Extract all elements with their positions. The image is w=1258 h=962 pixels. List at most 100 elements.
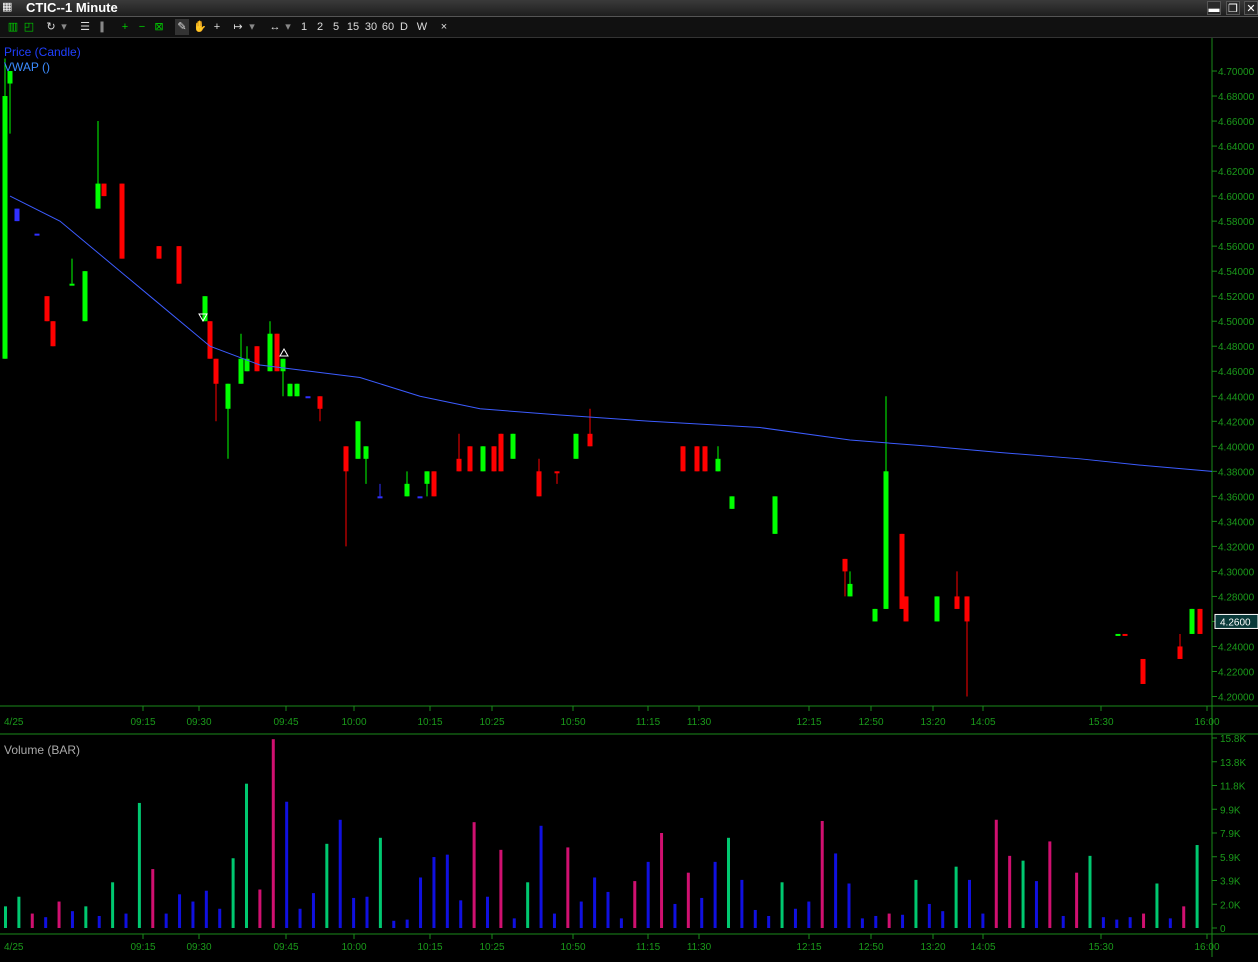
candle-body (44, 296, 50, 322)
zoom-out-icon[interactable]: − (135, 19, 149, 35)
fit-icon[interactable]: ⊠ (152, 19, 166, 35)
volume-bar (512, 918, 516, 928)
volume-bar (646, 861, 650, 928)
time-label: 09:30 (186, 717, 211, 728)
volume-bar (44, 917, 48, 928)
list-icon[interactable]: ☰ (78, 19, 92, 35)
time-label: 10:00 (341, 717, 366, 728)
volume-bar (552, 913, 556, 928)
volume-bar (17, 896, 21, 928)
candle-body (554, 471, 560, 474)
chart-area[interactable]: 4.70000 4.68000 4.66000 4.64000 4.62000 4.600… (0, 38, 1258, 957)
chart-toolbar: ▥ ◰ ↻ ▾ ☰ ∥ + − ⊠ ✎ ✋ + ↦ ▾ ↔ ▾ 1 2 5 15… (0, 17, 1258, 38)
time-label: 09:45 (273, 717, 298, 728)
price-tick-label: 4.62000 (1218, 167, 1255, 178)
volume-bar (941, 911, 945, 928)
candle-body (729, 496, 735, 509)
interval-5-button[interactable]: 5 (330, 19, 342, 35)
volume-tick-label: 15.8K (1220, 734, 1246, 745)
interval-60-button[interactable]: 60 (380, 19, 396, 35)
zoom-in-icon[interactable]: + (118, 19, 132, 35)
volume-bar (914, 879, 918, 928)
pause-icon[interactable]: ∥ (95, 19, 109, 35)
volume-bar (579, 901, 583, 928)
bar-chart-icon[interactable]: ▥ (6, 19, 20, 35)
volume-bar (713, 861, 717, 928)
volume-bar (499, 849, 503, 928)
volume-bar (70, 911, 74, 928)
volume-time-label: 10:00 (341, 942, 366, 953)
draw-pencil-icon[interactable]: ✎ (175, 19, 189, 35)
refresh-icon[interactable]: ↻ (44, 19, 58, 35)
volume-bar (606, 891, 610, 928)
candle-body (573, 433, 579, 459)
candle-body (424, 471, 430, 484)
time-label: 13:20 (920, 717, 945, 728)
candle-body (50, 321, 56, 347)
interval-2-button[interactable]: 2 (314, 19, 326, 35)
candle-body (213, 358, 219, 384)
volume-time-label: 15:30 (1088, 942, 1113, 953)
crosshair-icon[interactable]: + (210, 19, 224, 35)
span-icon[interactable]: ↦ (231, 19, 245, 35)
interval-15-button[interactable]: 15 (346, 19, 360, 35)
volume-bar (298, 908, 302, 928)
candle-body (225, 383, 231, 409)
volume-bar (1195, 845, 1199, 928)
span-dropdown-icon[interactable]: ▾ (248, 19, 256, 35)
candle-body (377, 496, 383, 499)
interval-w-button[interactable]: W (415, 19, 429, 35)
time-label: 09:15 (130, 717, 155, 728)
volume-bar (1048, 841, 1052, 928)
price-tick-label: 4.28000 (1218, 592, 1255, 603)
interval-1-button[interactable]: 1 (298, 19, 310, 35)
candle-body (510, 433, 516, 459)
volume-time-label: 10:25 (479, 942, 504, 953)
toolbar-close-button[interactable]: × (437, 19, 451, 35)
chart-canvas[interactable]: 4.70000 4.68000 4.66000 4.64000 4.62000 4.600… (0, 38, 1258, 957)
candle-body (238, 358, 244, 384)
close-button[interactable]: ✕ (1244, 1, 1258, 15)
candle-body (14, 208, 20, 222)
volume-bar (432, 857, 436, 928)
candle-body (417, 496, 423, 499)
volume-bar (593, 877, 597, 928)
minimize-button[interactable]: ▬ (1207, 1, 1221, 15)
volume-bar (633, 881, 637, 928)
price-tick-label: 4.24000 (1218, 642, 1255, 653)
hand-pan-icon[interactable]: ✋ (193, 19, 207, 35)
dropdown-icon[interactable]: ▾ (60, 19, 68, 35)
volume-bar (1008, 855, 1012, 928)
volume-time-label: 11:30 (687, 942, 712, 953)
candle-body (95, 183, 101, 209)
interval-d-button[interactable]: D (398, 19, 410, 35)
restore-button[interactable]: ❐ (1226, 1, 1240, 15)
candle-body (954, 596, 960, 609)
volume-bar (860, 918, 864, 928)
volume-bar (271, 739, 275, 928)
volume-time-label: 09:15 (130, 942, 155, 953)
price-tick-label: 4.40000 (1218, 442, 1255, 453)
volume-bar (727, 837, 730, 928)
price-tick-label: 4.22000 (1218, 667, 1255, 678)
volume-bar (834, 853, 838, 928)
volume-bar (285, 801, 289, 928)
candle-body (480, 446, 486, 472)
interval-30-button[interactable]: 30 (363, 19, 379, 35)
volume-bar (1128, 917, 1132, 928)
volume-bar (4, 906, 7, 928)
volume-bar (1115, 919, 1119, 928)
scroll-icon[interactable]: ↔ (268, 19, 282, 35)
volume-bar (392, 920, 396, 928)
scroll-dropdown-icon[interactable]: ▾ (284, 19, 292, 35)
volume-bar (325, 843, 329, 928)
volume-bar (619, 918, 623, 928)
candle-body (680, 446, 686, 472)
candle-body (842, 558, 848, 572)
time-label: 10:15 (417, 717, 442, 728)
line-chart-icon[interactable]: ◰ (22, 19, 36, 35)
candle-body (1189, 608, 1195, 634)
candle-body (355, 421, 361, 459)
candle-body (702, 446, 708, 472)
volume-bar (124, 913, 128, 928)
